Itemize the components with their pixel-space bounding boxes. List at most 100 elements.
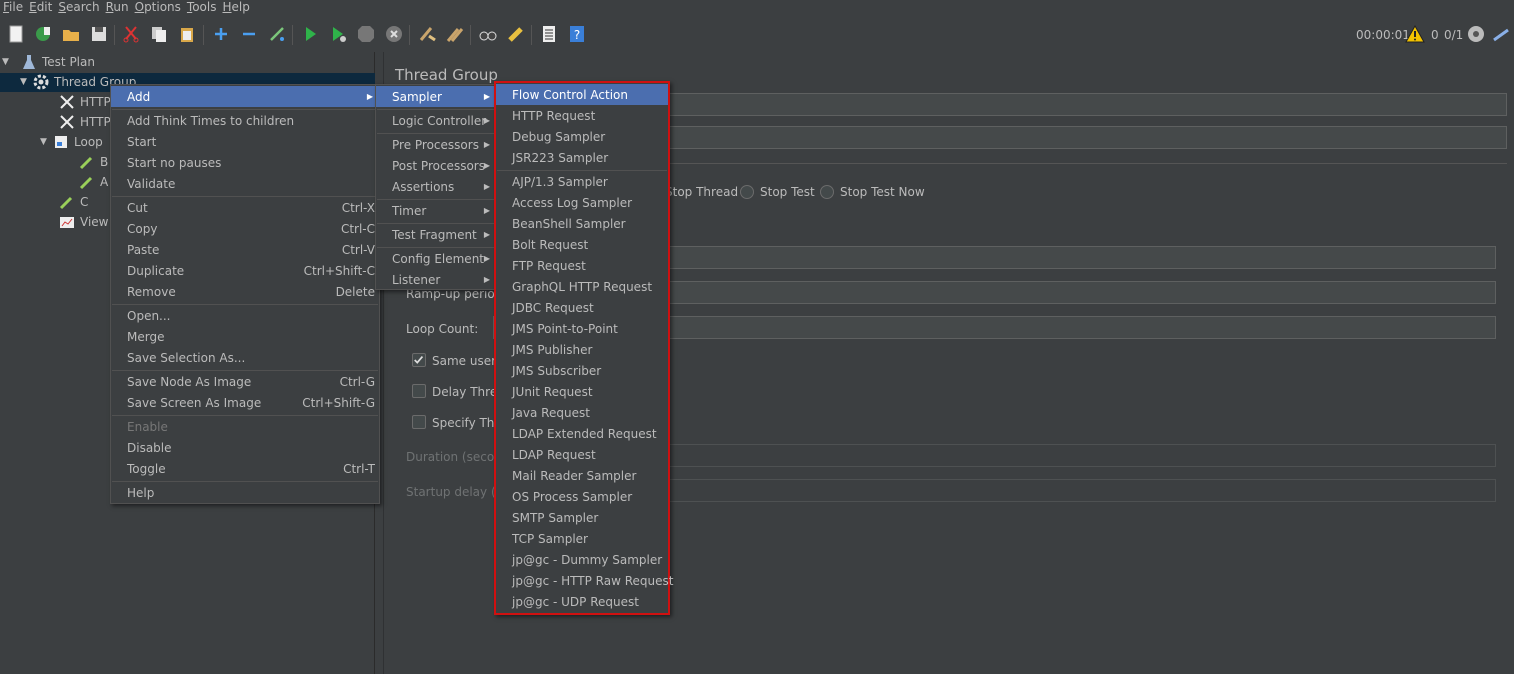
ramp-up-field[interactable] [669, 281, 1496, 304]
menu-save-screen-image[interactable]: Save Screen As Image Ctrl+Shift-G [111, 392, 379, 413]
menu-add[interactable]: Add ▶ [111, 86, 379, 107]
tree-node-test-plan[interactable]: ▼ Test Plan [2, 52, 95, 72]
sampler-item-os-process-sampler[interactable]: OS Process Sampler [496, 486, 668, 507]
paste-icon[interactable] [176, 23, 198, 45]
start-no-pauses-icon[interactable] [327, 23, 349, 45]
expand-all-icon[interactable] [210, 23, 232, 45]
save-icon[interactable] [88, 23, 110, 45]
same-user-checkbox[interactable] [412, 353, 426, 367]
submenu-timer[interactable]: Timer ▶ [376, 200, 496, 221]
sampler-item-jsr223-sampler[interactable]: JSR223 Sampler [496, 147, 668, 168]
sampler-item-jms-point-to-point[interactable]: JMS Point-to-Point [496, 318, 668, 339]
menu-start-no-pauses[interactable]: Start no pauses [111, 152, 379, 173]
open-icon[interactable] [60, 23, 82, 45]
submenu-post-processors[interactable]: Post Processors ▶ [376, 155, 496, 176]
search-icon[interactable] [477, 23, 499, 45]
sampler-item-junit-request[interactable]: JUnit Request [496, 381, 668, 402]
menu-help[interactable]: Help [111, 482, 379, 503]
startup-delay-field[interactable] [669, 479, 1496, 502]
menu-merge[interactable]: Merge [111, 326, 379, 347]
collapse-icon[interactable]: ▼ [20, 77, 32, 87]
tree-node-http[interactable]: HTTP [58, 112, 111, 132]
name-field[interactable] [669, 93, 1507, 116]
sampler-item-flow-control-action[interactable]: Flow Control Action [496, 84, 668, 105]
collapse-icon[interactable]: ▼ [2, 57, 14, 67]
sampler-item-graphql-http-request[interactable]: GraphQL HTTP Request [496, 276, 668, 297]
sampler-item-java-request[interactable]: Java Request [496, 402, 668, 423]
sampler-item-jp-gc-udp-request[interactable]: jp@gc - UDP Request [496, 591, 668, 612]
sampler-item-http-request[interactable]: HTTP Request [496, 105, 668, 126]
submenu-test-fragment[interactable]: Test Fragment ▶ [376, 224, 496, 245]
menu-edit[interactable]: Edit [26, 0, 55, 14]
sampler-item-jp-gc-dummy-sampler[interactable]: jp@gc - Dummy Sampler [496, 549, 668, 570]
duration-field[interactable] [669, 444, 1496, 467]
menu-options[interactable]: Options [132, 0, 184, 14]
sampler-item-jdbc-request[interactable]: JDBC Request [496, 297, 668, 318]
menu-file[interactable]: File [0, 0, 26, 14]
clear-icon[interactable] [416, 23, 438, 45]
submenu-assertions[interactable]: Assertions ▶ [376, 176, 496, 197]
submenu-listener[interactable]: Listener ▶ [376, 269, 496, 290]
sampler-item-ftp-request[interactable]: FTP Request [496, 255, 668, 276]
menu-copy[interactable]: Copy Ctrl-C [111, 218, 379, 239]
comments-field[interactable] [669, 126, 1507, 149]
sampler-item-debug-sampler[interactable]: Debug Sampler [496, 126, 668, 147]
collapse-all-icon[interactable] [238, 23, 260, 45]
stop-test-radio[interactable] [740, 185, 754, 199]
shutdown-icon[interactable] [383, 23, 405, 45]
sampler-item-ldap-extended-request[interactable]: LDAP Extended Request [496, 423, 668, 444]
function-helper-icon[interactable] [538, 23, 560, 45]
new-icon[interactable] [5, 23, 27, 45]
menu-paste[interactable]: Paste Ctrl-V [111, 239, 379, 260]
cut-icon[interactable] [120, 23, 142, 45]
start-icon[interactable] [299, 23, 321, 45]
stop-test-now-radio[interactable] [820, 185, 834, 199]
tree-node-view[interactable]: View [58, 212, 108, 232]
delay-thread-checkbox[interactable] [412, 384, 426, 398]
sampler-item-smtp-sampler[interactable]: SMTP Sampler [496, 507, 668, 528]
menu-disable[interactable]: Disable [111, 437, 379, 458]
submenu-sampler[interactable]: Sampler ▶ [376, 86, 496, 107]
menu-help[interactable]: Help [220, 0, 253, 14]
menu-search[interactable]: Search [55, 0, 102, 14]
menu-save-selection[interactable]: Save Selection As... [111, 347, 379, 368]
menu-open[interactable]: Open... [111, 305, 379, 326]
reset-search-icon[interactable] [505, 23, 527, 45]
submenu-config-element[interactable]: Config Element ▶ [376, 248, 496, 269]
tree-node-c[interactable]: C [58, 192, 88, 212]
sampler-item-bolt-request[interactable]: Bolt Request [496, 234, 668, 255]
sampler-item-beanshell-sampler[interactable]: BeanShell Sampler [496, 213, 668, 234]
toggle-icon[interactable] [266, 23, 288, 45]
menu-tools[interactable]: Tools [184, 0, 220, 14]
tree-node-loop[interactable]: ▼ Loop [40, 132, 103, 152]
submenu-pre-processors[interactable]: Pre Processors ▶ [376, 134, 496, 155]
tree-node-a[interactable]: A [78, 172, 108, 192]
help-icon[interactable]: ? [566, 23, 588, 45]
menu-cut[interactable]: Cut Ctrl-X [111, 197, 379, 218]
number-of-threads-field[interactable] [669, 246, 1496, 269]
remote-icon[interactable] [1465, 23, 1487, 45]
templates-icon[interactable] [32, 23, 54, 45]
sampler-item-mail-reader-sampler[interactable]: Mail Reader Sampler [496, 465, 668, 486]
menu-run[interactable]: Run [103, 0, 132, 14]
tree-node-http[interactable]: HTTP [58, 92, 111, 112]
menu-add-think-times[interactable]: Add Think Times to children [111, 110, 379, 131]
collapse-icon[interactable]: ▼ [40, 137, 52, 147]
submenu-logic-controller[interactable]: Logic Controller ▶ [376, 110, 496, 131]
clear-all-icon[interactable] [444, 23, 466, 45]
sampler-item-jms-publisher[interactable]: JMS Publisher [496, 339, 668, 360]
copy-icon[interactable] [148, 23, 170, 45]
menu-remove[interactable]: Remove Delete [111, 281, 379, 302]
specify-thread-checkbox[interactable] [412, 415, 426, 429]
sampler-item-jp-gc-http-raw-request[interactable]: jp@gc - HTTP Raw Request [496, 570, 673, 591]
sampler-item-access-log-sampler[interactable]: Access Log Sampler [496, 192, 668, 213]
stop-icon[interactable] [355, 23, 377, 45]
tree-node-b[interactable]: B [78, 152, 108, 172]
menu-validate[interactable]: Validate [111, 173, 379, 194]
menu-start[interactable]: Start [111, 131, 379, 152]
sampler-item-jms-subscriber[interactable]: JMS Subscriber [496, 360, 668, 381]
sampler-item-ldap-request[interactable]: LDAP Request [496, 444, 668, 465]
menu-toggle[interactable]: Toggle Ctrl-T [111, 458, 379, 479]
sampler-item-ajp-1-3-sampler[interactable]: AJP/1.3 Sampler [496, 171, 668, 192]
warning-icon[interactable] [1404, 23, 1426, 45]
